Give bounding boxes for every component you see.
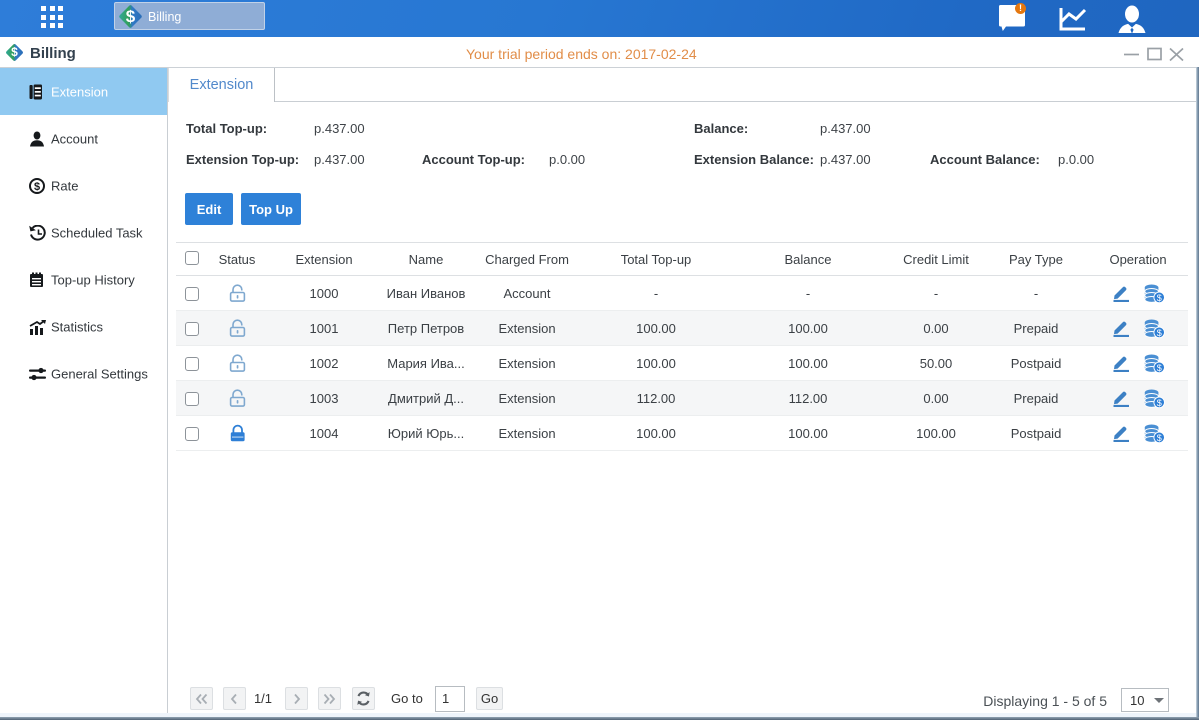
svg-text:$: $ — [1156, 432, 1161, 442]
svg-text:$: $ — [34, 181, 40, 193]
svg-text:$: $ — [1156, 327, 1161, 337]
svg-text:$: $ — [1156, 292, 1161, 302]
svg-text:$: $ — [1156, 362, 1161, 372]
svg-text:$: $ — [1156, 397, 1161, 407]
